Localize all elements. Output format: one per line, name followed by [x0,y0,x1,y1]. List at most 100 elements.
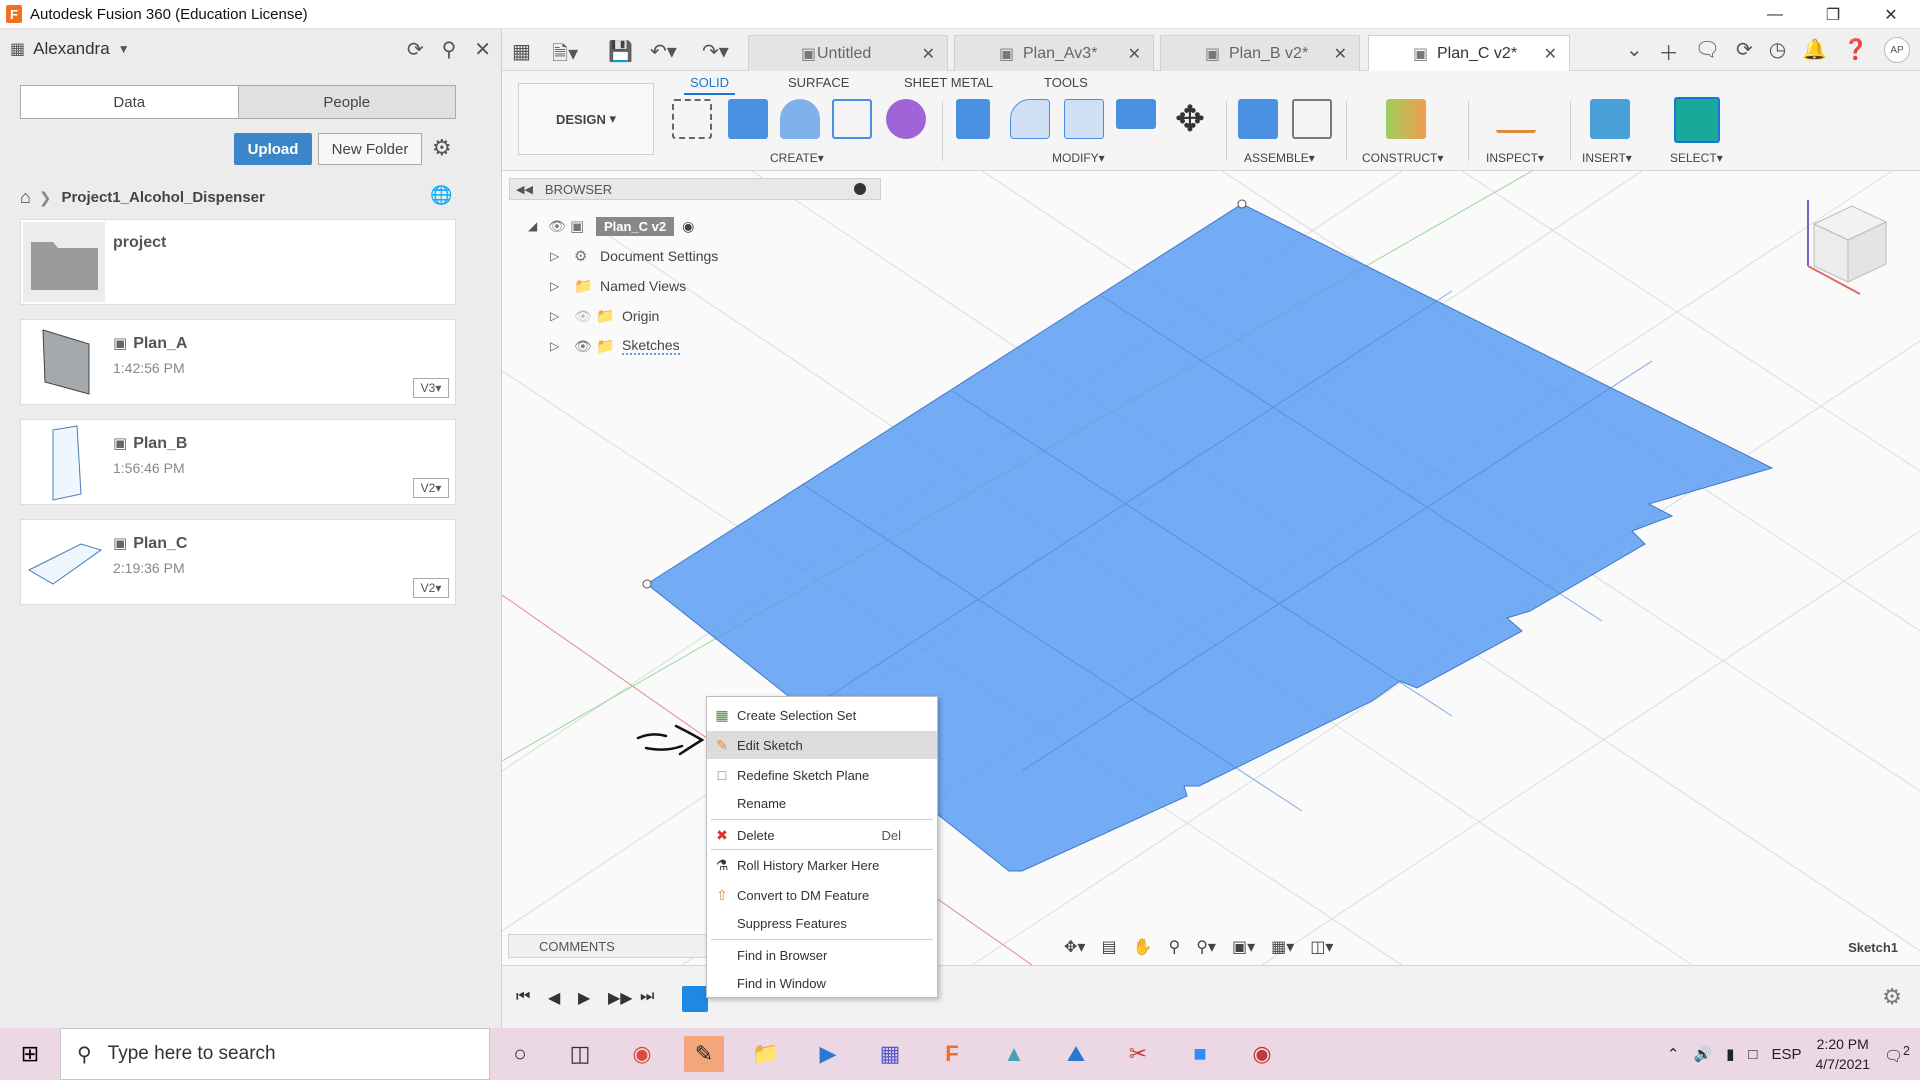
workspace-switcher[interactable]: DESIGN ▾ [518,83,654,155]
menu-item-create-selection-set[interactable]: ▦ Create Selection Set [707,701,937,729]
combine-tool[interactable] [1116,99,1156,129]
paint-icon[interactable]: ◉ [1242,1036,1282,1072]
avatar[interactable]: AP [1884,37,1910,63]
expand-arrow-icon[interactable]: ▷ [550,279,564,293]
new-tab-plus-icon[interactable]: ＋ [1659,37,1679,66]
select-menu[interactable]: SELECT▾ [1670,151,1723,165]
look-at-icon[interactable]: ▤ [1101,937,1116,957]
help-icon[interactable]: ❓ [1843,37,1868,66]
save-icon[interactable]: 💾 [608,39,633,64]
notifications-bell-icon[interactable]: 🔔 [1802,37,1827,66]
windows-start-icon[interactable]: ⊞ [0,1041,60,1067]
apps-grid-icon[interactable]: ▦ [512,39,531,64]
chevron-down-icon[interactable]: ⌄ [1626,37,1643,66]
close-tab-icon[interactable]: ✕ [1128,44,1141,64]
tab-data[interactable]: Data [21,86,238,118]
browser-item-origin[interactable]: ▷ 👁 📁 Origin [550,304,659,328]
doc-tab-plan-a[interactable]: ▣ Plan_Av3* ✕ [954,35,1154,71]
tab-surface[interactable]: SURFACE [788,75,849,90]
file-menu-icon[interactable]: 🗎▾ [552,39,578,73]
chat-icon[interactable]: 🗨 [1695,37,1720,66]
inspect-menu[interactable]: INSPECT▾ [1486,151,1544,165]
file-card-plan-a[interactable]: ▣ Plan_A 1:42:56 PM V3 ▾ [20,319,456,405]
new-folder-button[interactable]: New Folder [318,133,422,165]
refresh-icon[interactable]: ⟳ [407,37,424,62]
menu-item-find-in-browser[interactable]: Find in Browser [707,941,937,969]
close-tab-icon[interactable]: ✕ [922,44,935,64]
select-tool[interactable] [1674,97,1720,143]
browser-item-sketches[interactable]: ▷ 👁 📁 Sketches [550,334,680,358]
photos-icon[interactable]: ⛰ [1056,1036,1096,1072]
file-card-plan-c[interactable]: ▣ Plan_C 2:19:36 PM V2 ▾ [20,519,456,605]
clock[interactable]: 2:20 PM 4/7/2021 [1816,1034,1871,1074]
zoom-icon[interactable]: ⚲ [1168,937,1180,957]
close-tab-icon[interactable]: ✕ [1544,44,1557,64]
cortana-icon[interactable]: ○ [500,1036,540,1072]
taskbar-search-input[interactable]: ⚲ Type here to search [60,1028,490,1080]
tab-people[interactable]: People [237,86,455,118]
extrude-tool[interactable] [728,99,768,139]
home-icon[interactable]: ⌂ [20,187,31,208]
menu-item-delete[interactable]: ✖ Delete Del [707,821,937,849]
folder-card[interactable]: project [20,219,456,305]
menu-item-rename[interactable]: Rename [707,789,937,817]
gear-icon[interactable]: ⚙ [432,135,452,161]
upload-button[interactable]: Upload [234,133,312,165]
go-to-end-icon[interactable]: ⏭ [640,988,654,1006]
globe-icon[interactable]: 🌐 [430,185,452,206]
redo-icon[interactable]: ↷▾ [702,39,729,64]
media-player-icon[interactable]: ▶ [808,1036,848,1072]
new-component-tool[interactable] [1238,99,1278,139]
job-status-icon[interactable]: ◷ [1769,37,1786,66]
menu-item-redefine-sketch-plane[interactable]: □ Redefine Sketch Plane [707,761,937,789]
assemble-menu[interactable]: ASSEMBLE▾ [1244,151,1315,165]
play-icon[interactable]: ▶ [578,988,590,1008]
menu-item-edit-sketch[interactable]: ✎ Edit Sketch [707,731,937,759]
breadcrumb-project[interactable]: Project1_Alcohol_Dispenser [61,189,264,206]
sticky-notes-icon[interactable]: ✎ [684,1036,724,1072]
browser-item-document-settings[interactable]: ▷ ⚙ Document Settings [550,244,718,268]
display-settings-icon[interactable]: ▣▾ [1232,937,1255,957]
eye-hidden-icon[interactable]: 👁 [574,308,596,325]
browser-item-named-views[interactable]: ▷ 📁 Named Views [550,274,686,298]
browser-root[interactable]: ◢ 👁 ▣ Plan_C v2 ◉ [528,214,694,238]
hole-tool[interactable] [832,99,872,139]
insert-image-tool[interactable] [1590,99,1630,139]
pan-hand-icon[interactable]: ✋ [1133,937,1153,957]
shell-tool[interactable] [1064,99,1104,139]
doc-tab-plan-c[interactable]: ▣ Plan_C v2* ✕ [1368,35,1570,71]
comments-panel[interactable]: COMMENTS [508,934,708,958]
go-to-start-icon[interactable]: ⏮ [516,988,530,1006]
doc-tab-plan-b[interactable]: ▣ Plan_B v2* ✕ [1160,35,1360,71]
form-tool[interactable] [886,99,926,139]
step-back-icon[interactable]: ◀ [548,988,560,1008]
revolve-tool[interactable] [780,99,820,139]
create-sketch-tool[interactable] [672,99,712,139]
close-tab-icon[interactable]: ✕ [1334,44,1347,64]
modify-menu[interactable]: MODIFY▾ [1052,151,1105,165]
snipping-tool-icon[interactable]: ✂ [1118,1036,1158,1072]
teams-icon[interactable]: ▦ [870,1036,910,1072]
extensions-icon[interactable]: ⟳ [1736,37,1753,66]
measure-tool[interactable] [1496,111,1536,133]
expand-arrow-icon[interactable]: ▷ [550,309,564,323]
orbit-icon[interactable]: ✥▾ [1064,937,1085,957]
grid-settings-icon[interactable]: ▦▾ [1271,937,1294,957]
fillet-tool[interactable] [1010,99,1050,139]
version-dropdown[interactable]: V2 ▾ [413,478,449,498]
chevron-up-icon[interactable]: ⌃ [1667,1045,1680,1063]
menu-item-convert-to-dm[interactable]: ⇧ Convert to DM Feature [707,881,937,909]
activate-radio-icon[interactable]: ◉ [682,218,694,235]
fusion-360-icon[interactable]: F [932,1036,972,1072]
chrome-icon[interactable]: ◉ [622,1036,662,1072]
close-button[interactable]: ✕ [1862,0,1920,29]
create-menu[interactable]: CREATE▾ [770,151,824,165]
notification-center-icon[interactable]: 🗨2 [1884,1044,1910,1065]
close-icon[interactable]: ✕ [474,37,491,62]
insert-menu[interactable]: INSERT▾ [1582,151,1632,165]
file-card-plan-b[interactable]: ▣ Plan_B 1:56:46 PM V2 ▾ [20,419,456,505]
tab-tools[interactable]: TOOLS [1044,75,1088,90]
network-icon[interactable]: □ [1748,1046,1757,1063]
expand-arrow-icon[interactable]: ▷ [550,249,564,263]
tab-sheet-metal[interactable]: SHEET METAL [904,75,993,90]
